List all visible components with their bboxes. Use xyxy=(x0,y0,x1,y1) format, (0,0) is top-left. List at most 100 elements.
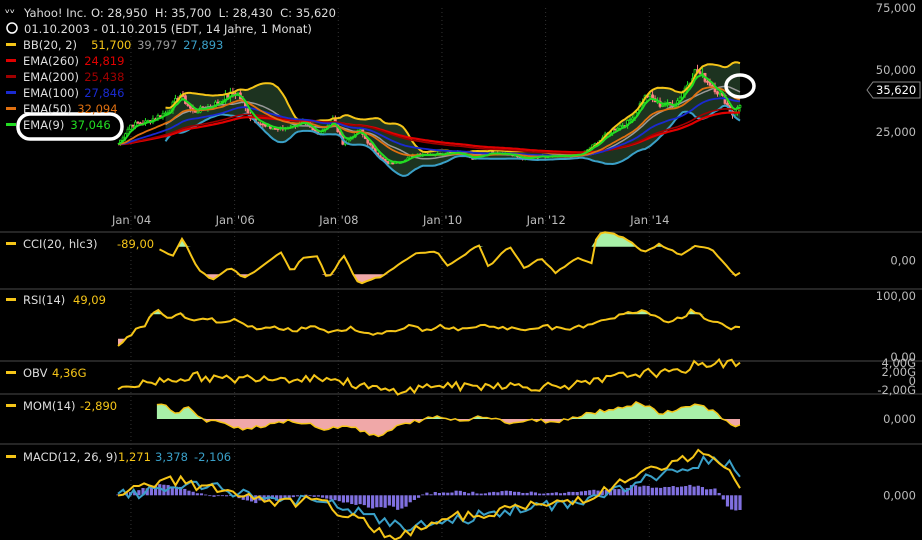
macd-histogram-bar xyxy=(191,491,195,496)
y-tick-label: 50,000 xyxy=(876,63,916,77)
macd-histogram-bar xyxy=(387,495,391,506)
macd-histogram-bar xyxy=(734,495,738,511)
legend-marker xyxy=(6,75,16,78)
legend-marker xyxy=(6,43,16,46)
candle-body xyxy=(663,104,667,107)
macd-histogram-bar xyxy=(371,495,375,509)
macd-histogram-bar xyxy=(291,495,295,498)
legend-label: EMA(50) xyxy=(23,102,72,116)
macd-histogram-bar xyxy=(199,493,204,496)
candle-body xyxy=(196,111,200,114)
x-tick-label: Jan '14 xyxy=(629,213,669,227)
y-tick-label: 0,000 xyxy=(883,488,916,502)
last-price-marker: 35,620 xyxy=(866,81,921,99)
macd-histogram-bar xyxy=(425,492,429,496)
macd-histogram-bar xyxy=(429,494,433,496)
macd-histogram-bar xyxy=(341,495,346,503)
candle-body xyxy=(273,127,277,130)
macd-label: MACD(12, 26, 9) xyxy=(23,450,118,464)
macd-histogram-bar xyxy=(579,491,583,496)
date-range: 01.10.2003 - 01.10.2015 (EDT, 14 Jahre, … xyxy=(24,22,312,36)
macd-histogram-bar xyxy=(688,484,692,496)
macd-histogram-bar xyxy=(500,491,504,496)
macd-histogram-bar xyxy=(588,490,592,496)
macd-histogram-bar xyxy=(654,487,659,496)
y-tick-label: 25,000 xyxy=(876,125,916,139)
macd-histogram-bar xyxy=(358,495,362,505)
rsi-label: RSI(14) xyxy=(23,293,65,307)
obv-legend-marker xyxy=(6,371,16,374)
macd-histogram-bar xyxy=(416,495,421,498)
macd-histogram-bar xyxy=(479,493,483,496)
macd-histogram-bar xyxy=(492,491,496,496)
x-tick-label: Jan '10 xyxy=(422,213,462,227)
legend-marker xyxy=(6,59,16,62)
y-tick-label: 0,00 xyxy=(890,254,916,268)
macd-histogram-bar xyxy=(454,490,458,496)
macd-histogram-bar xyxy=(462,491,467,496)
macd-histogram-bar xyxy=(671,486,675,496)
macd-histogram-bar xyxy=(533,492,538,496)
macd-histogram-bar xyxy=(659,487,663,496)
candle-body xyxy=(628,119,632,122)
x-tick-label: Jan '06 xyxy=(215,213,255,227)
macd-histogram-bar xyxy=(433,491,437,496)
candle-body xyxy=(164,112,167,115)
obv-label: OBV xyxy=(23,366,48,380)
macd-histogram-bar xyxy=(583,490,588,496)
macd-histogram-bar xyxy=(542,493,546,496)
mom-label: MOM(14) xyxy=(23,399,76,413)
macd-histogram-bar xyxy=(337,495,341,502)
macd-histogram-bar xyxy=(362,495,366,506)
macd-histogram-bar xyxy=(375,495,379,508)
macd-histogram-bar xyxy=(483,493,487,496)
macd-histogram-bar xyxy=(312,495,316,497)
macd-histogram-bar xyxy=(692,486,696,496)
macd-histogram-bar xyxy=(717,492,721,496)
macd-histogram-bar xyxy=(667,487,671,496)
macd-histogram-bar xyxy=(391,495,396,507)
candle-body xyxy=(648,94,652,97)
macd-histogram-bar xyxy=(646,485,650,496)
macd-histogram-bar xyxy=(224,495,229,497)
chart-type-icon[interactable]: ᵛᵛ xyxy=(5,6,15,20)
macd-histogram-bar xyxy=(679,486,684,496)
legend-label: EMA(200) xyxy=(23,70,79,84)
macd-histogram-bar xyxy=(308,495,312,497)
candle-body xyxy=(613,128,617,131)
macd-histogram-bar xyxy=(316,495,320,497)
macd-histogram-bar xyxy=(546,493,550,496)
mom-value: -2,890 xyxy=(80,399,117,413)
macd-histogram-bar xyxy=(437,493,442,496)
cci-label: CCI(20, hlc3) xyxy=(23,237,98,251)
legend-label: EMA(260) xyxy=(23,54,79,68)
legend-value: 27,893 xyxy=(183,38,223,52)
cci-title: CCI(20, hlc3) -89,00 xyxy=(6,237,154,251)
macd-histogram-bar xyxy=(638,486,642,496)
candle-body xyxy=(388,162,392,165)
legend-value: 24,819 xyxy=(84,54,124,68)
cci-value: -89,00 xyxy=(117,237,154,251)
legend-value: 51,700 xyxy=(91,38,131,52)
legend-marker xyxy=(6,91,16,94)
legend-marker xyxy=(6,107,16,110)
macd-histogram-bar xyxy=(400,495,404,509)
macd-histogram-bar xyxy=(675,487,679,496)
macd-histogram-bar xyxy=(725,495,730,507)
macd-histogram-bar xyxy=(379,495,383,508)
macd-histogram-bar xyxy=(212,495,216,497)
mom-legend-marker xyxy=(6,404,16,407)
candle-body xyxy=(698,71,702,74)
macd-histogram-bar xyxy=(517,491,521,496)
y-tick-label: 100,00 xyxy=(876,289,916,303)
candle-body xyxy=(136,121,140,124)
last-price-label: 35,620 xyxy=(876,83,916,97)
macd-histogram-bar xyxy=(521,492,525,496)
mom-title: MOM(14) -2,890 xyxy=(6,399,117,413)
macd-histogram-bar xyxy=(571,491,575,496)
candle-body xyxy=(216,101,220,104)
macd-histogram-bar xyxy=(350,495,354,505)
chart-title: Yahoo! Inc. xyxy=(23,6,87,20)
macd-histogram-bar xyxy=(467,493,471,496)
macd-histogram-bar xyxy=(575,492,579,496)
